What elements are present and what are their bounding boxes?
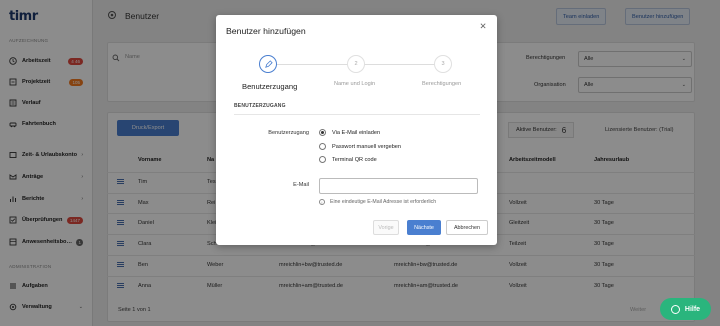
radio-button[interactable] [319, 156, 326, 163]
access-label: Benutzerzugang [268, 130, 309, 136]
radio-email-invite[interactable]: Via E-Mail einladen [319, 129, 380, 136]
add-user-dialog: Benutzer hinzufügen ✕ 2 3 Benutzerzugang… [216, 15, 497, 245]
next-button[interactable]: Nächste [407, 220, 441, 235]
back-button[interactable]: Vorige [373, 220, 399, 235]
step-2-label: Name und Login [334, 81, 376, 87]
step-1-label: Benutzerzugang [242, 82, 298, 91]
pencil-icon [264, 59, 273, 68]
email-field[interactable] [319, 178, 478, 194]
help-button[interactable]: Hilfe [660, 298, 711, 320]
radio-manual-password[interactable]: Passwort manuell vergeben [319, 143, 401, 150]
step-connector [268, 64, 354, 65]
dialog-title: Benutzer hinzufügen [226, 26, 306, 36]
email-hint: i Eine eindeutige E-Mail Adresse ist erf… [319, 199, 436, 205]
radio-button[interactable] [319, 143, 326, 150]
email-label: E-Mail [293, 182, 309, 188]
radio-terminal-qr[interactable]: Terminal QR code [319, 156, 377, 163]
step-1-circle [259, 55, 277, 73]
radio-button[interactable] [319, 129, 326, 136]
step-2-circle: 2 [347, 55, 365, 73]
cancel-button[interactable]: Abbrechen [446, 220, 488, 235]
step-3-label: Berechtigungen [422, 81, 462, 87]
divider [234, 114, 480, 115]
info-icon: i [319, 199, 325, 205]
chat-icon [670, 304, 680, 314]
section-title: BENUTZERZUGANG [234, 103, 286, 109]
close-icon[interactable]: ✕ [478, 21, 488, 31]
step-3-circle: 3 [434, 55, 452, 73]
